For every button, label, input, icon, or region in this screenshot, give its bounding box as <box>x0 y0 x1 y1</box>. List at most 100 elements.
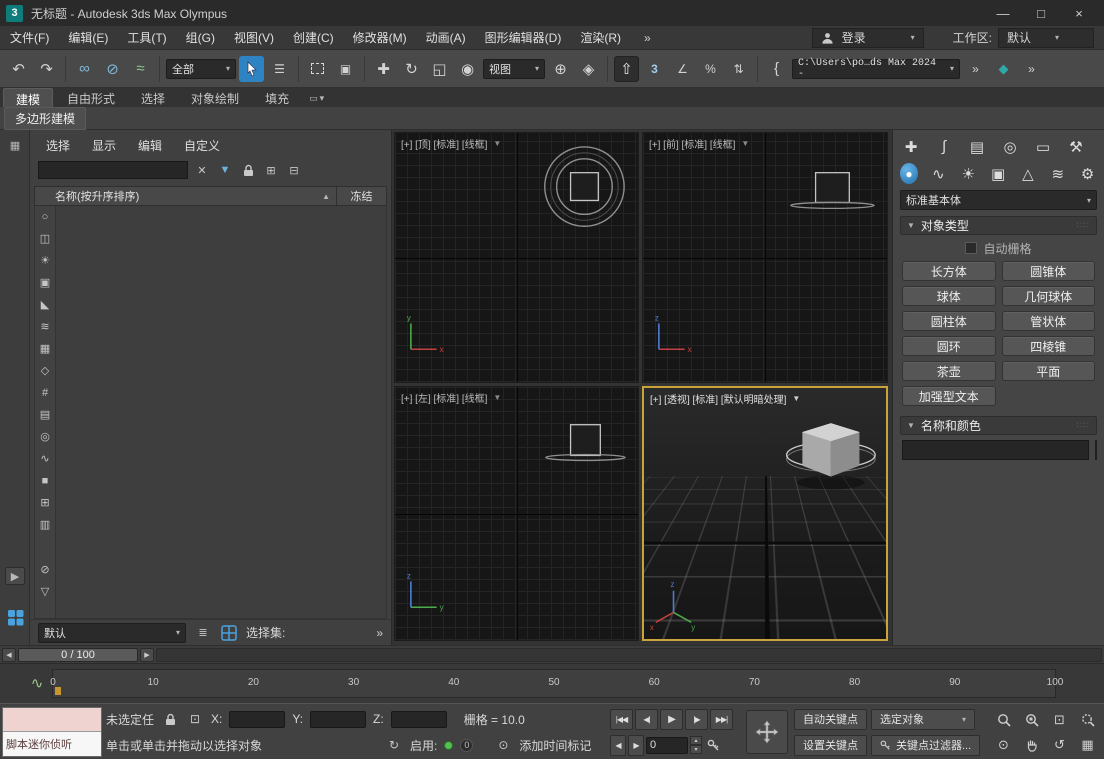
filter-funnel-icon[interactable]: ▼ <box>216 161 234 179</box>
object-color-swatch[interactable] <box>1095 440 1097 460</box>
torus-button[interactable]: 圆环 <box>902 336 996 356</box>
key-mode-toggle[interactable] <box>704 736 722 754</box>
display-frozen-icon[interactable]: ■ <box>37 473 53 488</box>
menu-overflow-icon[interactable]: » <box>644 31 651 45</box>
viewport-label-front[interactable]: [+] [前] [标准] [线框] ▼ <box>649 136 749 151</box>
go-to-end-button[interactable]: ▶▶| <box>710 709 733 730</box>
cylinder-button[interactable]: 圆柱体 <box>902 311 996 331</box>
unlink-selection-button[interactable]: ⊘ <box>100 56 125 82</box>
scene-explorer-grid-icon[interactable] <box>220 624 238 642</box>
menu-create[interactable]: 创建(C) <box>293 29 334 46</box>
teapot-button[interactable]: 茶壶 <box>902 361 996 381</box>
ribbon-tab-freeform[interactable]: 自由形式 <box>55 88 127 107</box>
create-space-warps-icon[interactable]: ≋ <box>1048 163 1067 185</box>
viewport-label-left[interactable]: [+] [左] [标准] [线框] ▼ <box>401 390 501 405</box>
time-slider-handle[interactable]: 0 / 100 <box>18 648 138 662</box>
select-object-button[interactable] <box>239 56 264 82</box>
explorer-search-input[interactable] <box>38 161 188 179</box>
menu-edit[interactable]: 编辑(E) <box>68 29 108 46</box>
cone-button[interactable]: 圆锥体 <box>1002 261 1096 281</box>
zoom-all-button[interactable] <box>1018 708 1045 732</box>
create-geometry-icon[interactable]: ● <box>900 163 918 184</box>
next-frame-button[interactable]: ▶ <box>628 735 644 756</box>
explorer-overflow-icon[interactable]: » <box>376 626 383 640</box>
play-button[interactable]: ▶ <box>660 709 683 730</box>
viewport-label-text[interactable]: [+] [前] [标准] [线框] <box>649 136 735 151</box>
rectangular-selection-region-button[interactable] <box>305 56 330 82</box>
render-setup-button[interactable]: ◆ <box>991 56 1016 82</box>
object-type-rollout-header[interactable]: ▼ 对象类型 ∷∷ <box>900 216 1097 235</box>
display-lights-icon[interactable]: ☀ <box>37 253 53 268</box>
listener-macro-row[interactable] <box>3 708 101 732</box>
zoom-region-button[interactable] <box>1074 708 1101 732</box>
layer-manager-icon[interactable]: ≣ <box>194 624 212 642</box>
go-to-start-button[interactable]: |◀◀ <box>610 709 633 730</box>
listener-script-row[interactable]: 脚本迷你侦听 <box>3 732 101 756</box>
named-selection-sets-dropdown[interactable]: C:\Users\po…ds Max 2024 - ▾ <box>792 59 960 79</box>
current-frame-marker[interactable] <box>55 687 61 695</box>
display-containers-icon[interactable]: ▤ <box>37 407 53 422</box>
display-bones-icon[interactable]: # <box>37 385 53 400</box>
next-key-button[interactable]: |▶ <box>685 709 708 730</box>
menu-views[interactable]: 视图(V) <box>234 29 274 46</box>
tab-modify-icon[interactable]: ∫ <box>933 136 955 158</box>
collapse-all-icon[interactable]: ⊟ <box>285 161 303 179</box>
create-lights-icon[interactable]: ☀ <box>959 163 978 185</box>
explorer-menu-select[interactable]: 选择 <box>46 137 70 154</box>
selection-lock-toggle[interactable] <box>161 710 179 728</box>
viewport-label-text[interactable]: [+] [顶] [标准] [线框] <box>401 136 487 151</box>
adaptive-degradation-icon[interactable]: ↻ <box>385 736 403 754</box>
active-layer-dropdown[interactable]: 默认 ▾ <box>38 623 186 643</box>
signin-dropdown[interactable]: 登录 ▾ <box>812 28 924 48</box>
select-none-icon[interactable]: ⊘ <box>37 562 53 577</box>
clear-search-icon[interactable]: ✕ <box>193 161 211 179</box>
spinner-down-icon[interactable]: ▾ <box>690 745 702 754</box>
viewport-label-top[interactable]: [+] [顶] [标准] [线框] ▼ <box>401 136 501 151</box>
track-bar-ruler[interactable]: 0 10 20 30 40 50 60 70 80 90 100 <box>52 669 1056 698</box>
freeze-column-header[interactable]: 冻结 <box>336 187 386 205</box>
box-button[interactable]: 长方体 <box>902 261 996 281</box>
display-hidden-icon[interactable]: ⊞ <box>37 495 53 510</box>
menu-tools[interactable]: 工具(T) <box>127 29 166 46</box>
viewport-left[interactable]: y z [+] [左] [标准] [线框] ▼ <box>394 386 639 641</box>
menu-file[interactable]: 文件(F) <box>10 29 49 46</box>
viewcube-caret-icon[interactable]: ▼ <box>792 394 800 403</box>
window-crossing-toggle[interactable]: ▣ <box>333 56 358 82</box>
undo-button[interactable]: ↶ <box>6 56 31 82</box>
display-space-warps-icon[interactable]: ≋ <box>37 319 53 334</box>
create-shapes-icon[interactable]: ∿ <box>929 163 948 185</box>
lock-explorer-icon[interactable] <box>239 161 257 179</box>
viewcube-caret-icon[interactable]: ▼ <box>741 139 749 148</box>
ribbon-display-toggle[interactable]: ▭ ▾ <box>309 93 324 107</box>
create-systems-icon[interactable]: ⚙ <box>1078 163 1097 185</box>
pan-button[interactable] <box>1018 733 1045 757</box>
menu-modifiers[interactable]: 修改器(M) <box>353 29 407 46</box>
viewport-perspective-active[interactable]: x y z [+] [透视] [标准] [默认明暗处理] ▼ <box>642 386 888 641</box>
maximize-button[interactable]: □ <box>1022 0 1060 26</box>
set-key-button[interactable]: 设置关键点 <box>794 735 867 756</box>
time-slider-track[interactable] <box>156 648 1102 662</box>
explorer-menu-display[interactable]: 显示 <box>92 137 116 154</box>
previous-frame-button[interactable]: ◀ <box>610 735 626 756</box>
display-materials-icon[interactable]: ◎ <box>37 429 53 444</box>
enabled-indicator[interactable] <box>444 741 453 750</box>
percent-snap-toggle[interactable]: % <box>698 56 723 82</box>
toolbar-overflow-icon[interactable]: » <box>963 56 988 82</box>
z-coordinate-field[interactable] <box>391 711 447 728</box>
expand-layout-tabs-button[interactable]: ▶ <box>5 567 25 585</box>
docked-toolbar-icon[interactable] <box>5 608 25 626</box>
x-coordinate-field[interactable] <box>229 711 285 728</box>
close-button[interactable]: × <box>1060 0 1098 26</box>
snap-toggle-3d[interactable]: 3 <box>642 56 667 82</box>
object-name-field[interactable] <box>902 440 1089 460</box>
maximize-viewport-toggle[interactable]: ▦ <box>1074 733 1101 757</box>
textplus-button[interactable]: 加强型文本 <box>902 386 996 406</box>
tab-create-icon[interactable]: ✚ <box>900 136 922 158</box>
geometry-category-dropdown[interactable]: 标准基本体 ▾ <box>900 190 1097 210</box>
display-shapes-icon[interactable]: ∿ <box>37 451 53 466</box>
select-and-link-button[interactable]: ∞ <box>72 56 97 82</box>
spinner-snap-toggle[interactable]: ⇅ <box>726 56 751 82</box>
select-and-scale-button[interactable]: ◱ <box>427 56 452 82</box>
viewport-label-text[interactable]: [+] [透视] [标准] [默认明暗处理] <box>650 391 786 406</box>
tube-button[interactable]: 管状体 <box>1002 311 1096 331</box>
